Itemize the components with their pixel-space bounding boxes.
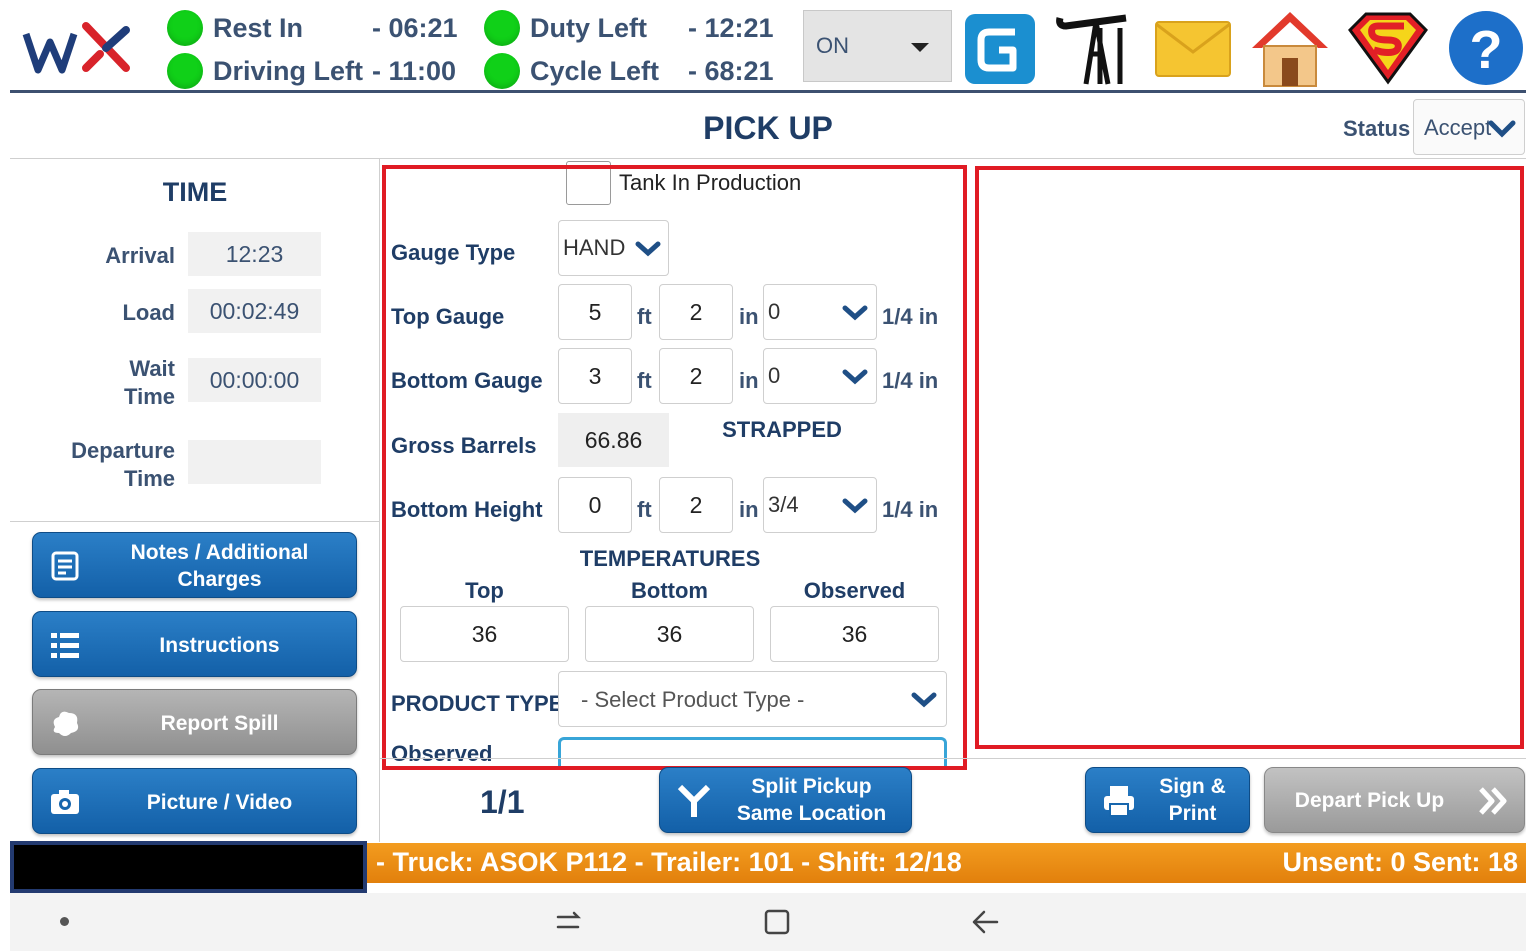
sent-info: Unsent: 0 Sent: 18 xyxy=(1282,847,1518,877)
split-label-line1: Split Pickup xyxy=(751,775,872,798)
cycle-left-value: - 68:21 xyxy=(688,56,774,86)
page-count: 1/1 xyxy=(480,784,525,820)
g-logo-icon[interactable] xyxy=(963,8,1039,86)
nav-dot-icon xyxy=(60,917,69,926)
sign-print-label: Sign & Print xyxy=(1142,768,1243,832)
double-chevron-right-icon xyxy=(1479,787,1507,815)
notes-button-label: Notes / Additional Charges xyxy=(93,533,346,599)
home-icon[interactable] xyxy=(1250,8,1328,87)
departure-time-field[interactable] xyxy=(188,440,321,484)
action-bar-divider xyxy=(380,758,1526,759)
notes-additional-charges-button[interactable]: Notes / Additional Charges xyxy=(32,532,357,598)
status-select[interactable]: Accept xyxy=(1413,99,1525,155)
time-title: TIME xyxy=(162,177,228,207)
redacted-box xyxy=(10,841,367,893)
load-label: Load xyxy=(122,300,175,325)
instructions-label: Instructions xyxy=(159,633,280,657)
cycle-left-status-dot xyxy=(484,53,520,89)
back-icon[interactable] xyxy=(970,907,1000,937)
split-pickup-label: Split Pickup Same Location xyxy=(720,768,903,832)
wait-time-field[interactable]: 00:00:00 xyxy=(188,358,321,402)
cycle-left-label: Cycle Left xyxy=(530,56,660,86)
report-spill-label: Report Spill xyxy=(160,711,279,735)
wait-time-label-line2: Time xyxy=(124,384,175,409)
departure-time-label-line1: Departure xyxy=(71,438,175,463)
status-value: Accept xyxy=(1424,115,1492,140)
rest-in-value: - 06:21 xyxy=(372,13,458,43)
list-icon xyxy=(51,633,79,658)
picture-video-label: Picture / Video xyxy=(146,790,293,814)
wx-logo xyxy=(22,12,134,82)
load-time-field[interactable]: 00:02:49 xyxy=(188,289,321,333)
split-label-line2: Same Location xyxy=(736,802,887,825)
help-icon[interactable]: ? xyxy=(1447,8,1523,86)
home-button-icon[interactable] xyxy=(762,907,792,937)
sign-label-line2: Print xyxy=(1168,802,1217,825)
status-label: Status xyxy=(1343,116,1411,141)
truck-info: - Truck: ASOK P112 - Trailer: 101 - Shif… xyxy=(376,847,962,877)
page-title: PICK UP xyxy=(703,110,833,146)
camera-icon xyxy=(51,790,79,814)
panel-divider xyxy=(379,159,380,842)
time-panel: TIME Arrival 12:23 Load 00:02:49 Wait Ti… xyxy=(10,159,380,839)
sign-label-line1: Sign & xyxy=(1159,775,1226,798)
duty-left-label: Duty Left xyxy=(530,13,647,43)
sign-print-button[interactable]: Sign & Print xyxy=(1085,767,1250,833)
depart-pick-up-label: Depart Pick Up xyxy=(1294,788,1445,812)
page-header: PICK UP Status Accept xyxy=(10,93,1526,159)
caret-down-icon xyxy=(911,43,929,52)
spill-icon xyxy=(53,711,79,736)
signature-area[interactable] xyxy=(975,166,1524,749)
driving-left-value: - 11:00 xyxy=(372,56,457,86)
duty-left-value: - 12:21 xyxy=(688,13,774,43)
instructions-button[interactable]: Instructions xyxy=(32,611,357,677)
picture-video-button[interactable]: Picture / Video xyxy=(32,768,357,834)
rest-in-status-dot xyxy=(167,10,203,46)
duty-status-value: ON xyxy=(816,33,849,58)
depart-pick-up-button[interactable]: Depart Pick Up xyxy=(1264,767,1525,833)
left-panel-divider xyxy=(10,521,380,522)
svg-text:?: ? xyxy=(1470,20,1503,80)
split-icon xyxy=(677,784,711,817)
android-nav-bar xyxy=(10,893,1526,951)
arrival-time-field[interactable]: 12:23 xyxy=(188,232,321,276)
notes-icon xyxy=(51,551,79,581)
form-highlight-outline xyxy=(382,165,967,770)
departure-time-label-line2: Time xyxy=(124,466,175,491)
printer-icon xyxy=(1104,786,1134,817)
notes-label-line2: Charges xyxy=(177,568,262,591)
rest-in-label: Rest In xyxy=(213,13,304,43)
arrival-label: Arrival xyxy=(105,243,175,268)
duty-left-status-dot xyxy=(484,10,520,46)
wait-time-label-line1: Wait xyxy=(129,356,175,381)
report-spill-button[interactable]: Report Spill xyxy=(32,689,357,755)
split-pickup-button[interactable]: Split Pickup Same Location xyxy=(659,767,912,833)
duty-status-select[interactable]: ON xyxy=(803,10,952,82)
notes-label-line1: Notes / Additional xyxy=(130,541,309,564)
recent-apps-icon[interactable] xyxy=(552,907,582,937)
superman-icon[interactable] xyxy=(1348,8,1428,86)
driving-left-label: Driving Left xyxy=(213,56,364,86)
chevron-down-icon xyxy=(1488,120,1516,138)
driving-left-status-dot xyxy=(167,53,203,89)
oil-pump-icon[interactable] xyxy=(1056,8,1132,86)
mail-icon[interactable] xyxy=(1154,8,1231,86)
